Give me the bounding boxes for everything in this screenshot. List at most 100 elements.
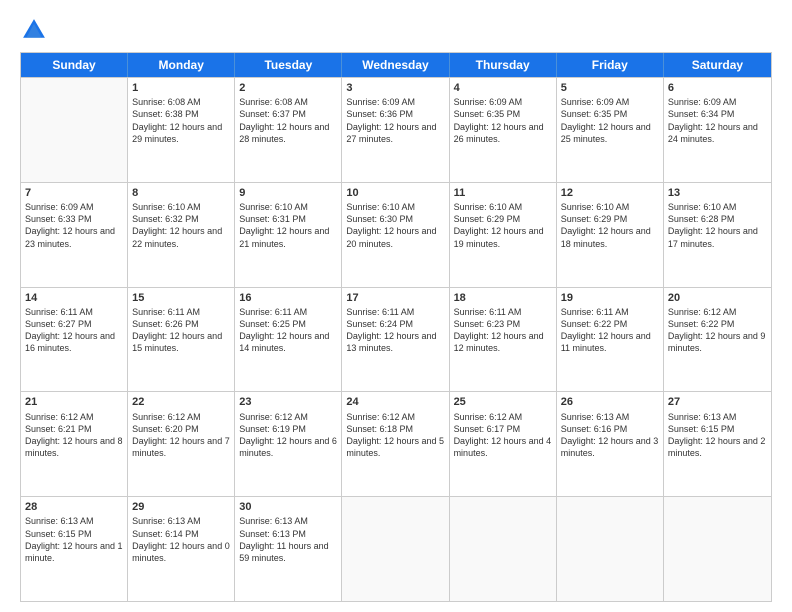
calendar-header-cell: Tuesday xyxy=(235,53,342,77)
day-info: Sunrise: 6:09 AMSunset: 6:33 PMDaylight:… xyxy=(25,201,123,250)
day-info: Sunrise: 6:10 AMSunset: 6:31 PMDaylight:… xyxy=(239,201,337,250)
calendar-week: 1Sunrise: 6:08 AMSunset: 6:38 PMDaylight… xyxy=(21,77,771,182)
day-number: 8 xyxy=(132,186,230,200)
day-number: 5 xyxy=(561,81,659,95)
day-number: 13 xyxy=(668,186,767,200)
logo xyxy=(20,16,52,44)
calendar-cell: 23 Sunrise: 6:12 AMSunset: 6:19 PMDayligh… xyxy=(235,392,342,496)
day-number: 9 xyxy=(239,186,337,200)
day-number: 18 xyxy=(454,291,552,305)
day-info: Sunrise: 6:12 AMSunset: 6:17 PMDaylight:… xyxy=(454,411,552,460)
day-info: Sunrise: 6:08 AMSunset: 6:38 PMDaylight:… xyxy=(132,96,230,145)
calendar-cell: 10Sunrise: 6:10 AMSunset: 6:30 PMDayligh… xyxy=(342,183,449,287)
day-info: Sunrise: 6:11 AMSunset: 6:23 PMDaylight:… xyxy=(454,306,552,355)
calendar: SundayMondayTuesdayWednesdayThursdayFrid… xyxy=(20,52,772,602)
calendar-cell: 11Sunrise: 6:10 AMSunset: 6:29 PMDayligh… xyxy=(450,183,557,287)
calendar-cell: 12Sunrise: 6:10 AMSunset: 6:29 PMDayligh… xyxy=(557,183,664,287)
day-info: Sunrise: 6:13 AMSunset: 6:16 PMDaylight:… xyxy=(561,411,659,460)
calendar-header-cell: Saturday xyxy=(664,53,771,77)
day-number: 6 xyxy=(668,81,767,95)
calendar-body: 1Sunrise: 6:08 AMSunset: 6:38 PMDaylight… xyxy=(21,77,771,601)
calendar-week: 21 Sunrise: 6:12 AMSunset: 6:21 PMDayligh… xyxy=(21,391,771,496)
day-number: 30 xyxy=(239,500,337,514)
calendar-cell: 13Sunrise: 6:10 AMSunset: 6:28 PMDayligh… xyxy=(664,183,771,287)
day-number: 22 xyxy=(132,395,230,409)
day-info: Sunrise: 6:13 AMSunset: 6:14 PMDaylight:… xyxy=(132,515,230,564)
day-number: 19 xyxy=(561,291,659,305)
calendar-week: 28Sunrise: 6:13 AMSunset: 6:15 PMDayligh… xyxy=(21,496,771,601)
day-info: Sunrise: 6:09 AMSunset: 6:36 PMDaylight:… xyxy=(346,96,444,145)
calendar-header-row: SundayMondayTuesdayWednesdayThursdayFrid… xyxy=(21,53,771,77)
day-number: 23 xyxy=(239,395,337,409)
calendar-header-cell: Sunday xyxy=(21,53,128,77)
day-number: 21 xyxy=(25,395,123,409)
day-number: 24 xyxy=(346,395,444,409)
day-number: 10 xyxy=(346,186,444,200)
day-info: Sunrise: 6:13 AMSunset: 6:15 PMDaylight:… xyxy=(668,411,767,460)
header xyxy=(20,16,772,44)
calendar-cell xyxy=(21,78,128,182)
day-info: Sunrise: 6:10 AMSunset: 6:32 PMDaylight:… xyxy=(132,201,230,250)
calendar-cell: 8Sunrise: 6:10 AMSunset: 6:32 PMDaylight… xyxy=(128,183,235,287)
calendar-cell: 16Sunrise: 6:11 AMSunset: 6:25 PMDayligh… xyxy=(235,288,342,392)
calendar-header-cell: Thursday xyxy=(450,53,557,77)
calendar-cell: 22 Sunrise: 6:12 AMSunset: 6:20 PMDayligh… xyxy=(128,392,235,496)
day-info: Sunrise: 6:08 AMSunset: 6:37 PMDaylight:… xyxy=(239,96,337,145)
calendar-cell: 26 Sunrise: 6:13 AMSunset: 6:16 PMDayligh… xyxy=(557,392,664,496)
day-number: 16 xyxy=(239,291,337,305)
calendar-cell: 14Sunrise: 6:11 AMSunset: 6:27 PMDayligh… xyxy=(21,288,128,392)
calendar-header-cell: Wednesday xyxy=(342,53,449,77)
calendar-cell xyxy=(342,497,449,601)
calendar-cell: 4Sunrise: 6:09 AMSunset: 6:35 PMDaylight… xyxy=(450,78,557,182)
day-info: Sunrise: 6:13 AMSunset: 6:15 PMDaylight:… xyxy=(25,515,123,564)
day-number: 29 xyxy=(132,500,230,514)
calendar-cell: 9Sunrise: 6:10 AMSunset: 6:31 PMDaylight… xyxy=(235,183,342,287)
day-number: 20 xyxy=(668,291,767,305)
calendar-cell: 5Sunrise: 6:09 AMSunset: 6:35 PMDaylight… xyxy=(557,78,664,182)
calendar-cell: 1Sunrise: 6:08 AMSunset: 6:38 PMDaylight… xyxy=(128,78,235,182)
calendar-cell: 7Sunrise: 6:09 AMSunset: 6:33 PMDaylight… xyxy=(21,183,128,287)
day-number: 4 xyxy=(454,81,552,95)
calendar-cell: 25 Sunrise: 6:12 AMSunset: 6:17 PMDayligh… xyxy=(450,392,557,496)
day-info: Sunrise: 6:12 AMSunset: 6:18 PMDaylight:… xyxy=(346,411,444,460)
day-info: Sunrise: 6:11 AMSunset: 6:25 PMDaylight:… xyxy=(239,306,337,355)
calendar-cell: 18Sunrise: 6:11 AMSunset: 6:23 PMDayligh… xyxy=(450,288,557,392)
day-info: Sunrise: 6:12 AMSunset: 6:19 PMDaylight:… xyxy=(239,411,337,460)
day-number: 11 xyxy=(454,186,552,200)
calendar-cell: 17Sunrise: 6:11 AMSunset: 6:24 PMDayligh… xyxy=(342,288,449,392)
day-number: 26 xyxy=(561,395,659,409)
day-number: 7 xyxy=(25,186,123,200)
day-number: 27 xyxy=(668,395,767,409)
logo-icon xyxy=(20,16,48,44)
day-number: 14 xyxy=(25,291,123,305)
calendar-cell xyxy=(557,497,664,601)
calendar-week: 14Sunrise: 6:11 AMSunset: 6:27 PMDayligh… xyxy=(21,287,771,392)
day-info: Sunrise: 6:12 AMSunset: 6:22 PMDaylight:… xyxy=(668,306,767,355)
calendar-week: 7Sunrise: 6:09 AMSunset: 6:33 PMDaylight… xyxy=(21,182,771,287)
day-info: Sunrise: 6:10 AMSunset: 6:30 PMDaylight:… xyxy=(346,201,444,250)
calendar-cell xyxy=(664,497,771,601)
day-number: 28 xyxy=(25,500,123,514)
calendar-cell: 2Sunrise: 6:08 AMSunset: 6:37 PMDaylight… xyxy=(235,78,342,182)
day-number: 25 xyxy=(454,395,552,409)
calendar-cell: 15Sunrise: 6:11 AMSunset: 6:26 PMDayligh… xyxy=(128,288,235,392)
day-info: Sunrise: 6:09 AMSunset: 6:35 PMDaylight:… xyxy=(561,96,659,145)
calendar-cell: 6Sunrise: 6:09 AMSunset: 6:34 PMDaylight… xyxy=(664,78,771,182)
calendar-cell: 27 Sunrise: 6:13 AMSunset: 6:15 PMDayligh… xyxy=(664,392,771,496)
day-number: 1 xyxy=(132,81,230,95)
calendar-cell: 30Sunrise: 6:13 AMSunset: 6:13 PMDayligh… xyxy=(235,497,342,601)
day-info: Sunrise: 6:12 AMSunset: 6:20 PMDaylight:… xyxy=(132,411,230,460)
calendar-cell: 19Sunrise: 6:11 AMSunset: 6:22 PMDayligh… xyxy=(557,288,664,392)
day-info: Sunrise: 6:11 AMSunset: 6:27 PMDaylight:… xyxy=(25,306,123,355)
calendar-header-cell: Friday xyxy=(557,53,664,77)
page: SundayMondayTuesdayWednesdayThursdayFrid… xyxy=(0,0,792,612)
calendar-cell: 24 Sunrise: 6:12 AMSunset: 6:18 PMDayligh… xyxy=(342,392,449,496)
day-info: Sunrise: 6:10 AMSunset: 6:29 PMDaylight:… xyxy=(561,201,659,250)
day-info: Sunrise: 6:10 AMSunset: 6:28 PMDaylight:… xyxy=(668,201,767,250)
day-number: 17 xyxy=(346,291,444,305)
day-number: 3 xyxy=(346,81,444,95)
day-info: Sunrise: 6:11 AMSunset: 6:24 PMDaylight:… xyxy=(346,306,444,355)
day-info: Sunrise: 6:10 AMSunset: 6:29 PMDaylight:… xyxy=(454,201,552,250)
day-info: Sunrise: 6:13 AMSunset: 6:13 PMDaylight:… xyxy=(239,515,337,564)
day-info: Sunrise: 6:12 AMSunset: 6:21 PMDaylight:… xyxy=(25,411,123,460)
